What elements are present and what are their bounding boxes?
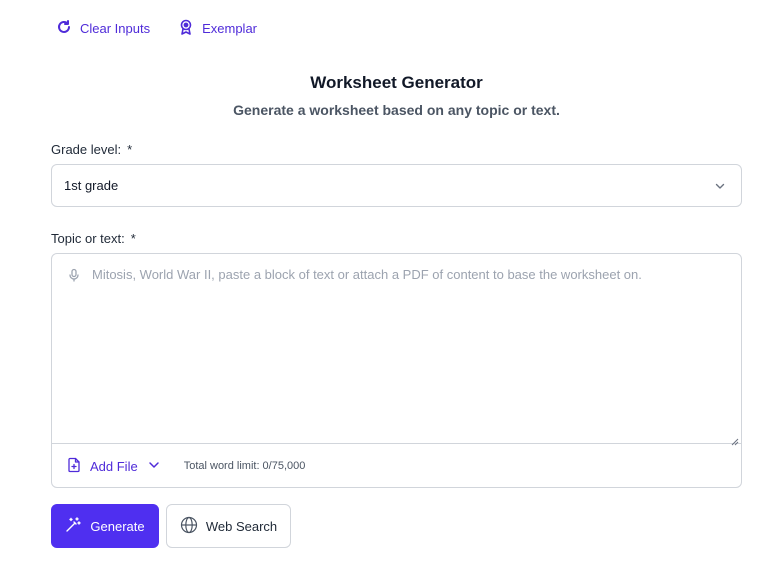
generate-button[interactable]: Generate <box>51 504 159 548</box>
clear-inputs-label: Clear Inputs <box>80 20 151 36</box>
page-title: Worksheet Generator <box>310 73 483 92</box>
topic-placeholder: Mitosis, World War II, paste a block of … <box>92 267 642 282</box>
generate-label: Generate <box>90 518 145 534</box>
globe-icon <box>180 516 198 537</box>
grade-level-label-text: Grade level: <box>51 142 122 157</box>
resize-handle-icon[interactable] <box>731 433 739 446</box>
topic-textarea[interactable]: Mitosis, World War II, paste a block of … <box>52 254 741 446</box>
page-subtitle: Generate a worksheet based on any topic … <box>233 102 560 118</box>
add-file-button[interactable]: Add File <box>66 457 162 476</box>
grade-level-value: 1st grade <box>64 178 119 193</box>
topic-footer: Add File Total word limit: 0/75,000 <box>52 444 741 487</box>
required-mark: * <box>127 142 133 157</box>
web-search-label: Web Search <box>205 518 278 534</box>
topic-label-text: Topic or text: <box>51 231 125 246</box>
chevron-down-icon <box>713 179 727 193</box>
grade-level-select[interactable]: 1st grade <box>51 164 742 207</box>
magic-wand-icon <box>65 516 82 536</box>
exemplar-label: Exemplar <box>202 20 258 36</box>
required-mark: * <box>130 231 136 246</box>
microphone-icon[interactable] <box>67 268 81 282</box>
award-ribbon-icon <box>178 19 194 38</box>
clear-inputs-button[interactable]: Clear Inputs <box>56 17 150 39</box>
web-search-button[interactable]: Web Search <box>166 504 291 548</box>
exemplar-button[interactable]: Exemplar <box>178 17 257 39</box>
word-limit-counter: Total word limit: 0/75,000 <box>183 460 306 472</box>
top-links: Clear Inputs Exemplar <box>56 17 257 39</box>
file-plus-icon <box>66 457 82 476</box>
add-file-label: Add File <box>90 458 138 474</box>
topic-field: Mitosis, World War II, paste a block of … <box>51 253 742 488</box>
topic-label: Topic or text: * <box>51 231 136 246</box>
chevron-down-icon[interactable] <box>146 457 162 476</box>
grade-level-label: Grade level: * <box>51 142 132 157</box>
refresh-icon <box>56 19 72 38</box>
